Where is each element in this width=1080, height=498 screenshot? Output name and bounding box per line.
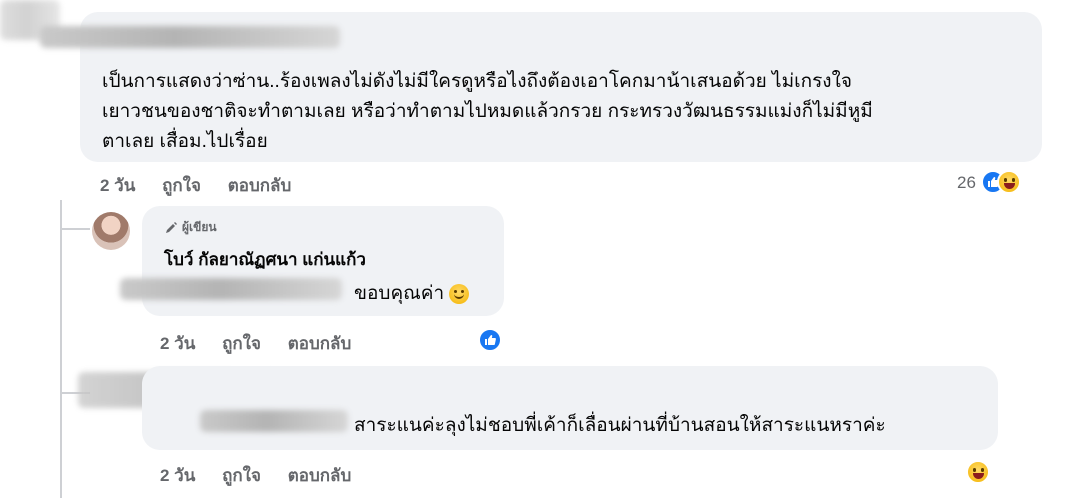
comment-text-line: ตาเลย เสื่อม.ไปเรื่อย [102,131,268,152]
mentioned-name-redacted[interactable] [120,278,342,300]
like-button[interactable]: ถูกใจ [222,334,261,353]
reaction-summary[interactable]: 26 [955,168,1021,196]
reply-button[interactable]: ตอบกลับ [288,334,352,353]
reply-text: ขอบคุณค่า [354,278,470,308]
mentioned-name-redacted[interactable] [200,410,348,432]
comment-actions: 2 วัน ถูกใจ ตอบกลับ [100,172,313,199]
reply-bubble: ผู้เขียน โบว์ กัลยาณัฏศนา แก่นแก้ว ขอบคุ… [120,206,504,316]
like-button[interactable]: ถูกใจ [222,466,261,485]
comment-bubble: เป็นการแสดงว่าซ่าน..ร้องเพลงไม่ดังไม่มีใ… [40,12,1042,162]
reaction-count: 26 [957,173,976,192]
comment-text-line: เป็นการแสดงว่าซ่าน..ร้องเพลงไม่ดังไม่มีใ… [102,71,852,92]
reply-actions: 2 วัน ถูกใจ ตอบกลับ [160,330,373,357]
timestamp[interactable]: 2 วัน [100,176,135,195]
thread-connector [60,228,90,230]
haha-icon[interactable] [966,460,990,484]
reply-text-content: ขอบคุณค่า [354,283,445,304]
like-button[interactable]: ถูกใจ [162,176,201,195]
comment-text-line: เยาวชนของชาติจะทำตามเลย หรือว่าทำตามไปหม… [102,101,873,122]
reply-text: สาระแนค่ะลุงไม่ชอบพี่เค้าก็เลื่อนผ่านที่… [354,415,886,436]
author-name[interactable]: โบว์ กัลยาณัฏศนา แก่นแก้ว [164,246,366,273]
author-name-redacted[interactable] [40,26,340,48]
reply-button[interactable]: ตอบกลับ [228,176,292,195]
thread-line [60,200,62,498]
like-icon[interactable] [478,328,502,352]
smile-emoji-icon [449,283,470,304]
reply-bubble: สาระแนค่ะลุงไม่ชอบพี่เค้าก็เลื่อนผ่านที่… [142,366,998,450]
timestamp[interactable]: 2 วัน [160,466,195,485]
timestamp[interactable]: 2 วัน [160,334,195,353]
author-badge: ผู้เขียน [164,218,217,237]
pencil-icon [166,221,177,233]
reply-actions: 2 วัน ถูกใจ ตอบกลับ [160,462,373,489]
author-badge-label: ผู้เขียน [182,220,217,234]
avatar[interactable] [92,212,130,250]
reply-button[interactable]: ตอบกลับ [288,466,352,485]
haha-icon [997,170,1021,194]
